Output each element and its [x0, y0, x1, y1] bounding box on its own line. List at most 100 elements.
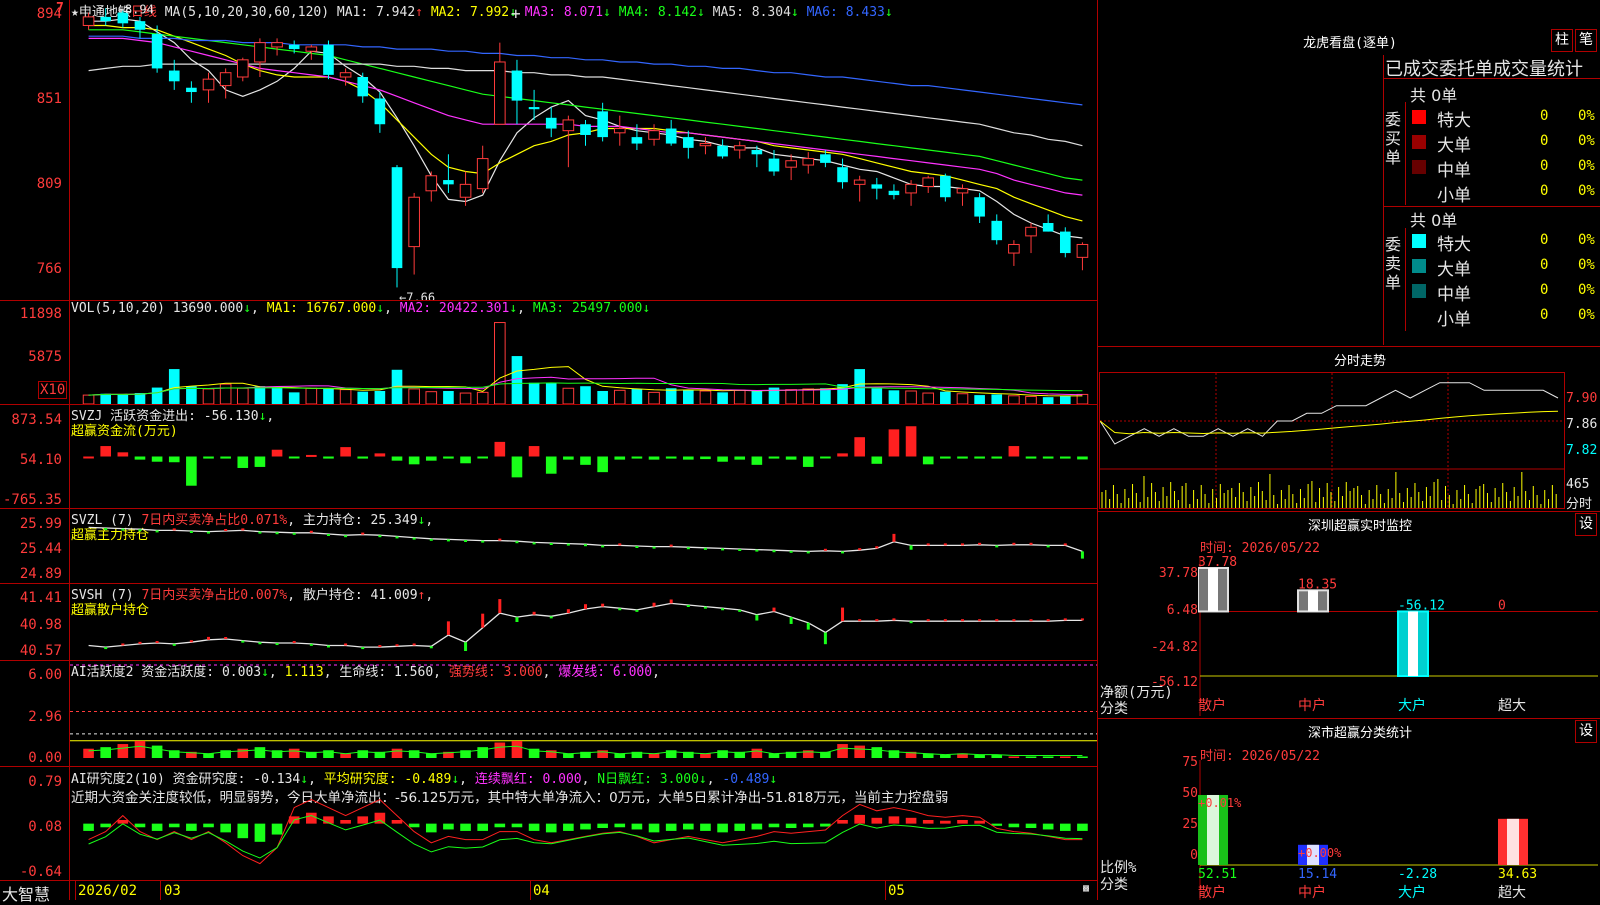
holding-tick: [549, 616, 553, 619]
research-bar: [734, 823, 746, 831]
volume-bar: [580, 386, 591, 404]
holding-tick: [361, 647, 365, 650]
buy-row-percent: 0%: [1578, 108, 1595, 124]
svsh-chart[interactable]: [70, 584, 1097, 660]
monitor-bar-highlight: [1308, 590, 1318, 612]
volume-bar: [922, 392, 935, 404]
research-bar: [700, 823, 711, 831]
sell-total: 共 0单: [1410, 211, 1458, 230]
lock-icon[interactable]: ▩: [1083, 883, 1089, 894]
svzj-chart[interactable]: [70, 405, 1097, 508]
fund-flow-bar: [717, 456, 728, 462]
monitor-bar-highlight: [1208, 568, 1218, 612]
sell-row-label: 特大: [1437, 235, 1471, 255]
holding-tick: [155, 530, 159, 533]
activity-bar: [511, 740, 523, 758]
buy-total: 共 0单: [1410, 86, 1458, 105]
volume-bar: [305, 387, 318, 404]
volume-chart[interactable]: [70, 301, 1097, 404]
volume-bar: [648, 391, 660, 404]
holding-tick: [686, 547, 690, 550]
volume-bar: [219, 383, 232, 404]
holding-tick: [721, 608, 725, 611]
pen-mode-button[interactable]: 笔: [1575, 29, 1597, 52]
candle-body: [425, 175, 438, 192]
buy-row-count: 0: [1540, 183, 1549, 199]
candle-body: [631, 137, 643, 144]
research-bar: [374, 812, 386, 824]
research-bar: [837, 820, 848, 824]
holding-tick: [1063, 618, 1067, 621]
app-logo[interactable]: 大智慧: [2, 881, 50, 905]
holding-tick: [892, 533, 896, 542]
holding-tick: [858, 619, 862, 622]
ma-line-MA4: [88, 29, 1083, 181]
buy-row-label: 特大: [1437, 111, 1471, 131]
research-bar: [408, 823, 420, 828]
holding-tick: [224, 529, 228, 531]
price-chart[interactable]: ←8.94 ←7.66: [70, 0, 1097, 300]
holding-tick: [344, 643, 348, 646]
svzl-chart[interactable]: [70, 509, 1097, 583]
intraday-chart[interactable]: [1100, 373, 1564, 508]
candle-body: [768, 158, 780, 172]
classify-bar-value: -2.28: [1398, 867, 1437, 882]
fund-flow-bar: [922, 456, 934, 465]
research-bar: [237, 823, 249, 839]
holding-tick: [892, 618, 896, 621]
holding-tick: [652, 602, 656, 607]
candle-body: [511, 70, 523, 101]
sell-color-swatch: [1412, 284, 1426, 298]
dragon-tiger-title: 龙虎看盘(逐单): [1303, 36, 1397, 51]
activity-bar: [940, 754, 951, 758]
sz-classify-chart[interactable]: +0.01% 52.51 散户 +0.00% 15.14 中户 -2.28 大户 34.63 超大: [1198, 760, 1598, 900]
monitor-category-label: 超大: [1498, 698, 1526, 714]
fund-flow-bar: [648, 456, 660, 460]
sell-row-label: 大单: [1437, 260, 1471, 280]
sz-classify-settings-button[interactable]: 设: [1575, 720, 1597, 743]
research-bar: [1008, 823, 1020, 828]
volume-unit[interactable]: X10: [38, 381, 68, 399]
volume-bar: [168, 369, 180, 404]
research-bar: [494, 823, 506, 828]
research-bar: [477, 823, 488, 831]
classify-category-label: 散户: [1198, 884, 1226, 900]
candle-body: [339, 72, 352, 78]
holding-line: [88, 602, 1083, 648]
fund-flow-bar: [614, 456, 626, 460]
candle-body: [82, 16, 95, 26]
holding-tick: [155, 641, 159, 644]
candle-body: [922, 177, 935, 187]
holding-tick: [978, 542, 982, 545]
monitor-category-label: 大户: [1398, 697, 1426, 714]
holding-tick: [412, 537, 416, 540]
date-label: 03: [164, 883, 181, 899]
volume-bar: [443, 390, 454, 404]
holding-tick: [1063, 543, 1067, 546]
candle-body: [528, 107, 540, 110]
activity-bar: [1059, 756, 1071, 758]
sz-monitor-settings-button[interactable]: 设: [1575, 513, 1597, 536]
sell-color-swatch: [1412, 234, 1426, 248]
fund-flow-bar: [151, 456, 163, 462]
candle-body: [613, 128, 626, 134]
ai-research-chart[interactable]: [70, 768, 1097, 880]
svsh-axis-label: 41.41: [19, 590, 62, 606]
candle-body: [1042, 223, 1054, 232]
monitor-bar-highlight: [1408, 611, 1418, 676]
sz-monitor-chart[interactable]: 37.78 散户 18.35 中户 -56.12 大户 0 超大: [1198, 556, 1598, 716]
research-bar: [220, 823, 231, 833]
research-bar: [1077, 823, 1088, 831]
ai-active-chart[interactable]: [70, 661, 1097, 766]
volume-bar: [357, 391, 369, 404]
sell-row-count: 0: [1540, 232, 1549, 248]
holding-tick: [241, 640, 245, 643]
monitor-category-label: 散户: [1198, 697, 1226, 714]
bar-mode-button[interactable]: 柱: [1551, 29, 1573, 52]
candle-body: [733, 145, 746, 151]
research-bar: [820, 823, 831, 827]
candle-body: [168, 70, 180, 82]
fund-flow-bar: [700, 456, 711, 460]
activity-bar: [974, 754, 985, 758]
intraday-avg-line: [1100, 410, 1559, 435]
